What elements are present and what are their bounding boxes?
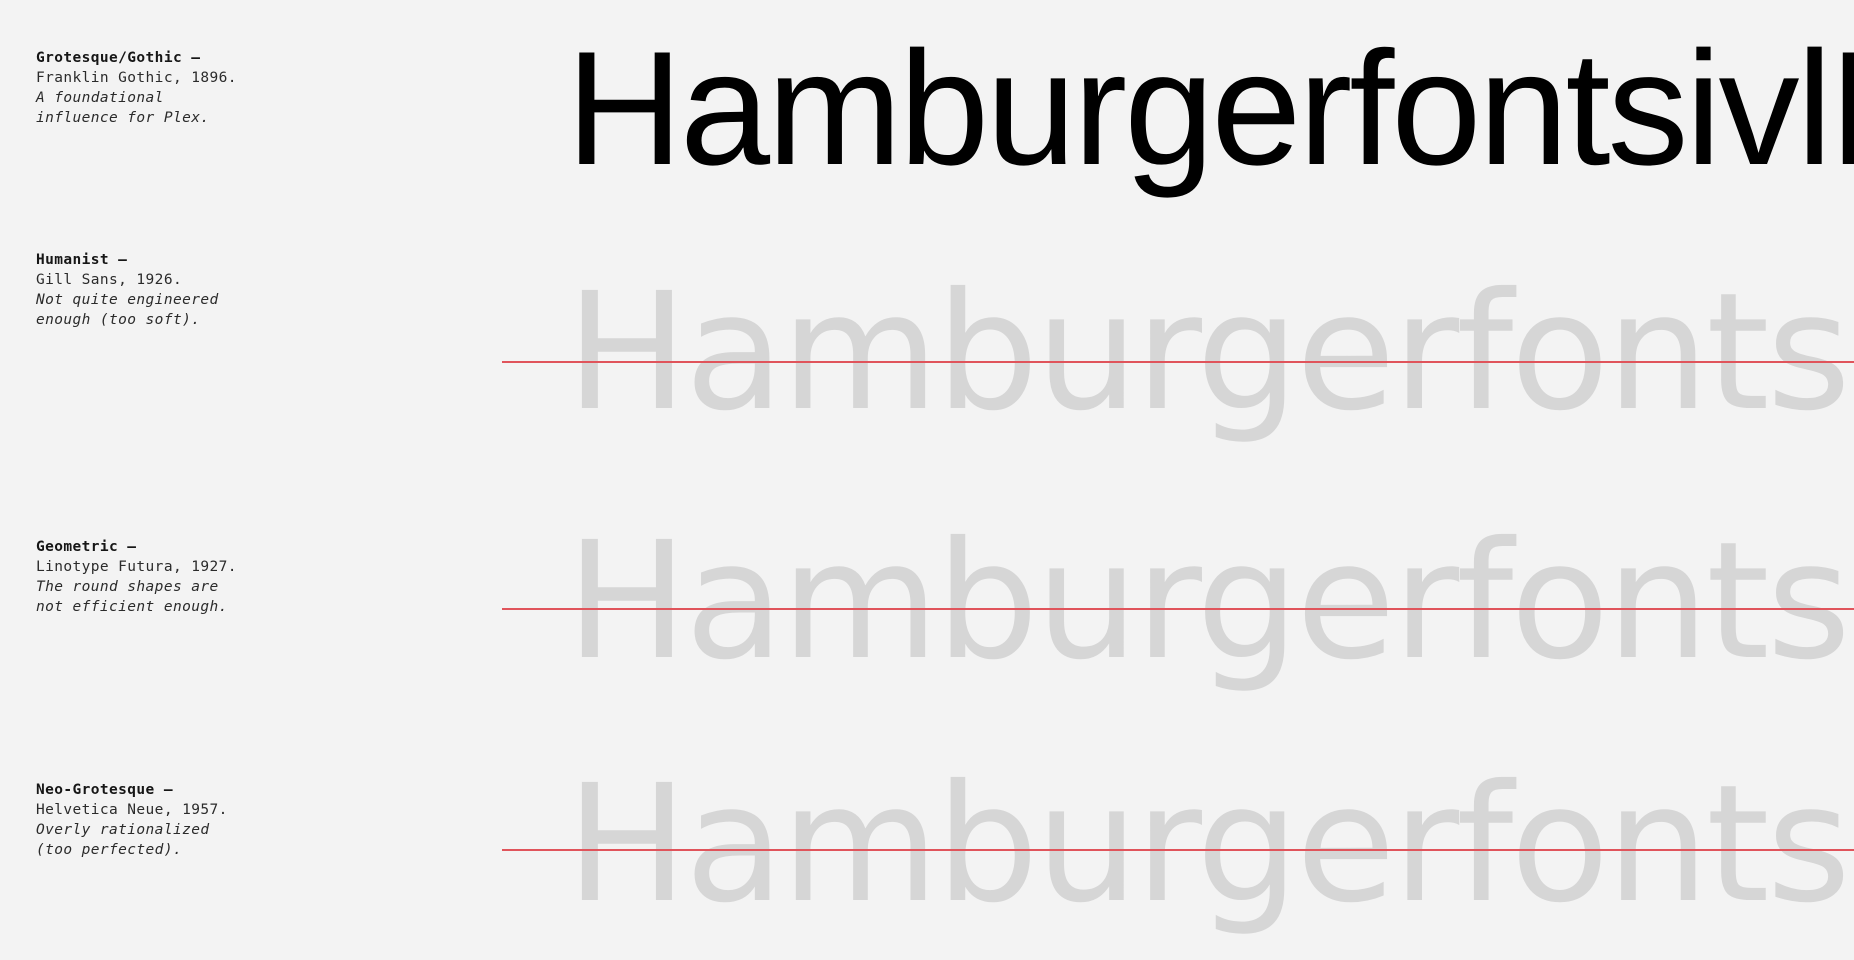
specimen-word-neo-grotesque: HamburgerfontsivlB: [566, 751, 1854, 939]
typeface-label-neo-grotesque: Neo-Grotesque — Helvetica Neue, 1957. Ov…: [36, 780, 228, 860]
typeface-row-geometric: Geometric — Linotype Futura, 1927. The r…: [0, 487, 1854, 717]
typeface-category: Grotesque/Gothic —: [36, 50, 201, 66]
typeface-reference: Linotype Futura, 1927.: [36, 559, 237, 575]
typeface-note-line2: not efficient enough.: [36, 599, 228, 615]
typeface-note-line1: Overly rationalized: [36, 822, 210, 838]
strikethrough-line: [502, 849, 1854, 851]
typeface-note-line1: A foundational: [36, 90, 164, 106]
typeface-note-line2: influence for Plex.: [36, 110, 210, 126]
specimen-word-geometric: HamburgerfontsivlB: [566, 508, 1854, 696]
typeface-label-humanist: Humanist — Gill Sans, 1926. Not quite en…: [36, 250, 219, 330]
typeface-label-grotesque: Grotesque/Gothic — Franklin Gothic, 1896…: [36, 48, 237, 128]
typeface-note-line2: (too perfected).: [36, 842, 183, 858]
typeface-note-line1: Not quite engineered: [36, 292, 219, 308]
typeface-reference: Franklin Gothic, 1896.: [36, 70, 237, 86]
typeface-label-geometric: Geometric — Linotype Futura, 1927. The r…: [36, 537, 237, 617]
typeface-category: Neo-Grotesque —: [36, 782, 173, 798]
typeface-reference: Gill Sans, 1926.: [36, 272, 183, 288]
typeface-row-grotesque: Grotesque/Gothic — Franklin Gothic, 1896…: [0, 0, 1854, 230]
typeface-category: Humanist —: [36, 252, 128, 268]
typeface-category: Geometric —: [36, 539, 137, 555]
typeface-reference: Helvetica Neue, 1957.: [36, 802, 228, 818]
typeface-note-line1: The round shapes are: [36, 579, 219, 595]
strikethrough-line: [502, 361, 1854, 363]
specimen-word-humanist: HamburgerfontsivlB: [566, 259, 1854, 447]
typeface-row-neo-grotesque: Neo-Grotesque — Helvetica Neue, 1957. Ov…: [0, 730, 1854, 960]
specimen-word-grotesque: HamburgerfontsivlB: [566, 18, 1854, 199]
typeface-note-line2: enough (too soft).: [36, 312, 201, 328]
typeface-row-humanist: Humanist — Gill Sans, 1926. Not quite en…: [0, 242, 1854, 472]
strikethrough-line: [502, 608, 1854, 610]
